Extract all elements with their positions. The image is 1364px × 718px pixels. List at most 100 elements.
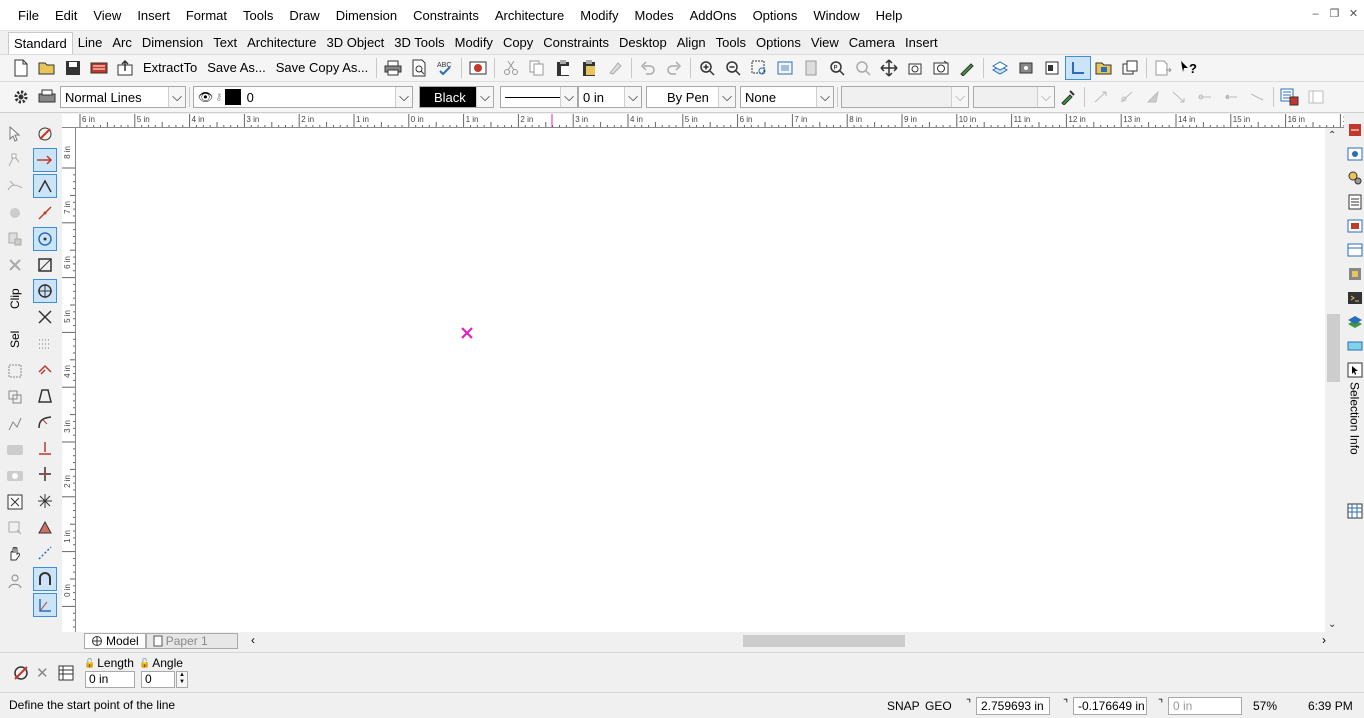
menu-modes[interactable]: Modes bbox=[627, 0, 682, 31]
selection-info-label[interactable]: Selection Info bbox=[1348, 382, 1362, 455]
tab-tools[interactable]: Tools bbox=[711, 32, 751, 54]
spell-check-button[interactable]: ABC bbox=[432, 56, 458, 80]
close-icon[interactable]: ✕ bbox=[1347, 8, 1360, 21]
zoom-window-button[interactable] bbox=[746, 56, 772, 80]
restore-icon[interactable]: ❐ bbox=[1328, 8, 1341, 21]
extract-to-button[interactable] bbox=[112, 56, 138, 80]
sheet-tab-paper[interactable]: Paper 1 bbox=[145, 633, 238, 649]
properties-button[interactable] bbox=[1277, 85, 1303, 109]
zoom-level[interactable]: 57% bbox=[1253, 699, 1277, 713]
menu-view[interactable]: View bbox=[85, 0, 129, 31]
group-tool-button[interactable] bbox=[3, 201, 27, 225]
gears-palette-icon[interactable] bbox=[1347, 170, 1363, 186]
z-coordinate-field[interactable]: 0 in bbox=[1168, 697, 1242, 715]
single-line-tool-button[interactable] bbox=[32, 148, 57, 173]
angle-input[interactable]: 0 bbox=[141, 671, 175, 688]
hand-pan-button[interactable] bbox=[3, 542, 27, 566]
tab-modify[interactable]: Modify bbox=[450, 32, 498, 54]
cancel-icon[interactable]: ✕ bbox=[36, 664, 49, 682]
ruler-palette-icon[interactable] bbox=[1347, 338, 1363, 354]
menu-dimension[interactable]: Dimension bbox=[328, 0, 405, 31]
pen-mode-select[interactable]: By Pen ⌵ bbox=[646, 86, 736, 108]
lock-icon[interactable]: 🔓 bbox=[84, 658, 95, 669]
line-width-select[interactable]: 0 in ⌵ bbox=[578, 86, 642, 108]
arrow-style-6-button[interactable] bbox=[1218, 85, 1244, 109]
snap-toggle[interactable]: SNAP bbox=[887, 699, 920, 713]
new-file-button[interactable] bbox=[8, 56, 34, 80]
tab-camera[interactable]: Camera bbox=[844, 32, 900, 54]
table-palette-icon[interactable] bbox=[1347, 503, 1363, 519]
delete-tool-button[interactable] bbox=[3, 253, 27, 277]
fill-color-select[interactable]: ⌵ bbox=[973, 86, 1055, 108]
format-painter-button[interactable] bbox=[602, 56, 628, 80]
tab-align[interactable]: Align bbox=[672, 32, 711, 54]
tab-options[interactable]: Options bbox=[751, 32, 806, 54]
ortho-constraint-button[interactable] bbox=[32, 593, 57, 618]
line-pattern-select[interactable]: ⌵ bbox=[500, 86, 578, 108]
box-tool-button[interactable] bbox=[33, 253, 57, 277]
menu-tools[interactable]: Tools bbox=[235, 0, 281, 31]
arc-tool-button[interactable] bbox=[32, 226, 57, 251]
horizontal-scrollbar[interactable]: ‹ › bbox=[251, 633, 1344, 649]
vertical-scroll-thumb[interactable] bbox=[1327, 314, 1340, 382]
drawing-canvas[interactable] bbox=[76, 128, 1325, 632]
menu-architecture[interactable]: Architecture bbox=[487, 0, 572, 31]
horizontal-scroll-thumb[interactable] bbox=[743, 635, 905, 647]
bisector-tool-button[interactable] bbox=[33, 462, 57, 486]
arrow-style-3-button[interactable] bbox=[1140, 85, 1166, 109]
tab-dimension[interactable]: Dimension bbox=[137, 32, 208, 54]
menu-help[interactable]: Help bbox=[868, 0, 911, 31]
copy-button[interactable] bbox=[524, 56, 550, 80]
settings-button[interactable] bbox=[8, 85, 34, 109]
tab-constraints[interactable]: Constraints bbox=[538, 32, 614, 54]
block-tool-button[interactable] bbox=[3, 227, 27, 251]
save-as-button[interactable]: Save As... bbox=[202, 56, 271, 80]
lock-icon[interactable]: 🔓 bbox=[139, 658, 150, 669]
arrow-style-1-button[interactable] bbox=[1088, 85, 1114, 109]
extract-to-label[interactable]: ExtractTo bbox=[138, 56, 202, 80]
measure-button[interactable] bbox=[954, 56, 980, 80]
stack-palette-icon[interactable] bbox=[1347, 314, 1363, 330]
arrow-style-4-button[interactable] bbox=[1166, 85, 1192, 109]
select-layer-button[interactable] bbox=[3, 438, 27, 462]
menu-format[interactable]: Format bbox=[178, 0, 235, 31]
camera-button[interactable] bbox=[928, 56, 954, 80]
zoom-page-button[interactable] bbox=[798, 56, 824, 80]
menu-addons[interactable]: AddOns bbox=[682, 0, 745, 31]
save-all-button[interactable] bbox=[86, 56, 112, 80]
scroll-right-icon[interactable]: › bbox=[1322, 633, 1326, 647]
insert-object-button[interactable] bbox=[1150, 56, 1176, 80]
ortho-snap-toggle[interactable] bbox=[1065, 56, 1092, 80]
arrow-style-7-button[interactable] bbox=[1244, 85, 1270, 109]
snap-settings-button[interactable] bbox=[33, 122, 57, 146]
connected-line-tool-button[interactable] bbox=[32, 174, 57, 199]
scroll-up-icon[interactable]: ⌃ bbox=[1328, 130, 1336, 141]
fill-pattern-select[interactable]: ⌵ bbox=[841, 86, 969, 108]
intersect-tool-button[interactable] bbox=[33, 305, 57, 329]
layers-palette-icon[interactable] bbox=[1347, 266, 1363, 282]
select-fence-button[interactable] bbox=[3, 412, 27, 436]
minimize-icon[interactable]: – bbox=[1309, 8, 1322, 21]
tools-palette-icon[interactable] bbox=[1347, 122, 1363, 138]
x-coordinate-field[interactable]: 2.759693 in bbox=[976, 697, 1050, 715]
eyedropper-button[interactable] bbox=[1055, 85, 1081, 109]
menu-edit[interactable]: Edit bbox=[47, 0, 85, 31]
print-button[interactable] bbox=[380, 56, 406, 80]
arrow-style-5-button[interactable] bbox=[1192, 85, 1218, 109]
tab-standard[interactable]: Standard bbox=[8, 32, 73, 54]
reshape-tool-button[interactable] bbox=[3, 148, 27, 172]
menu-options[interactable]: Options bbox=[745, 0, 806, 31]
style-manager-button[interactable] bbox=[34, 85, 60, 109]
view-palette-icon[interactable] bbox=[1347, 146, 1363, 162]
zoom-out-button[interactable] bbox=[720, 56, 746, 80]
tab-3d-tools[interactable]: 3D Tools bbox=[389, 32, 449, 54]
tab-desktop[interactable]: Desktop bbox=[614, 32, 672, 54]
tab-architecture[interactable]: Architecture bbox=[242, 32, 321, 54]
edit-path-tool-button[interactable] bbox=[3, 174, 27, 198]
zoom-previous-button[interactable]: P bbox=[824, 56, 850, 80]
grid-tool-button[interactable] bbox=[33, 332, 57, 356]
help-button[interactable]: ? bbox=[1176, 56, 1202, 80]
polyline-tool-button[interactable] bbox=[33, 201, 57, 225]
tab-3d-object[interactable]: 3D Object bbox=[321, 32, 389, 54]
tab-arc[interactable]: Arc bbox=[107, 32, 137, 54]
